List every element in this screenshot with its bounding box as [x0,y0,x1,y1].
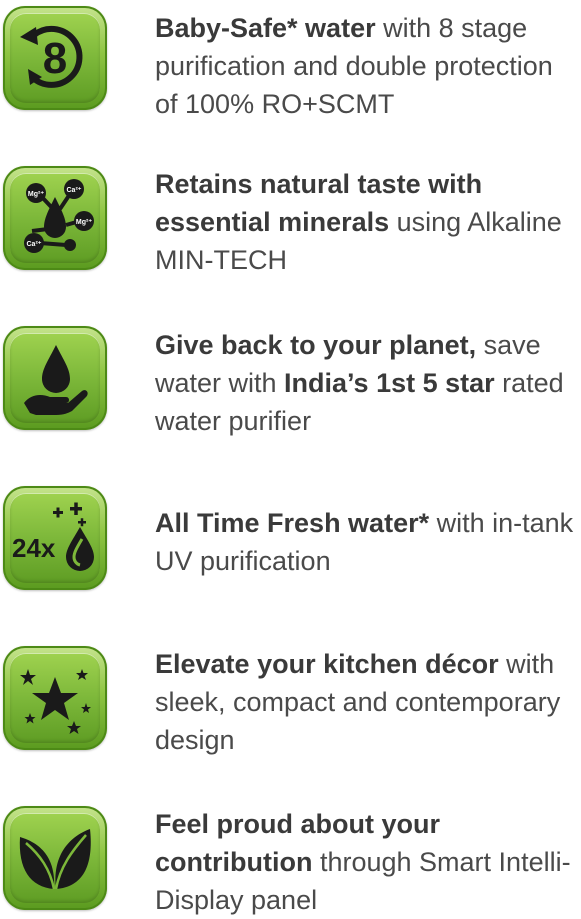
feature-row-minerals: Mg²⁺ Ca²⁺ Mg²⁺ Ca²⁺ Retains natural tast… [0,166,581,276]
icon-24x-text: 24x [12,533,56,563]
stars-icon [3,646,107,750]
feature-text-decor: Elevate your kitchen décor with sleek, c… [155,645,581,759]
feature-row-save-water: Give back to your planet, save water wit… [0,326,581,436]
minerals-droplet-icon: Mg²⁺ Ca²⁺ Mg²⁺ Ca²⁺ [3,166,107,270]
feature-highlight-text: Elevate your kitchen décor [155,649,499,679]
leaves-icon [3,806,107,910]
icon-eight-text: 8 [43,34,67,83]
feature-text-minerals: Retains natural taste with essential min… [155,165,581,279]
feature-text-save-water: Give back to your planet, save water wit… [155,326,581,440]
mineral-label: Mg²⁺ [28,191,44,198]
feature-text-baby-safe: Baby-Safe* water with 8 stage purificati… [155,9,581,123]
feature-highlight-text: All Time Fresh water* [155,508,430,538]
mineral-label: Mg²⁺ [76,219,92,226]
feature-row-contribution: Feel proud about your contribution throu… [0,806,581,916]
feature-highlight-text: Give back to your planet, [155,330,477,360]
uv-fresh-24x-icon: 24x [3,486,107,590]
feature-highlight-text: India’s 1st 5 star [284,368,495,398]
mineral-label: Ca²⁺ [67,187,82,194]
feature-text-contribution: Feel proud about your contribution throu… [155,805,581,919]
feature-row-decor: Elevate your kitchen décor with sleek, c… [0,646,581,756]
eight-stage-purification-icon: 8 [3,6,107,110]
mineral-label: Ca²⁺ [27,241,42,248]
water-drop-hand-icon [3,326,107,430]
feature-row-fresh-water: 24x All Time Fresh water* with in-tank U… [0,486,581,596]
feature-text-fresh-water: All Time Fresh water* with in-tank UV pu… [155,504,581,580]
feature-row-baby-safe: 8 Baby-Safe* water with 8 stage purifica… [0,6,581,119]
feature-highlight-text: Baby-Safe* water [155,13,376,43]
